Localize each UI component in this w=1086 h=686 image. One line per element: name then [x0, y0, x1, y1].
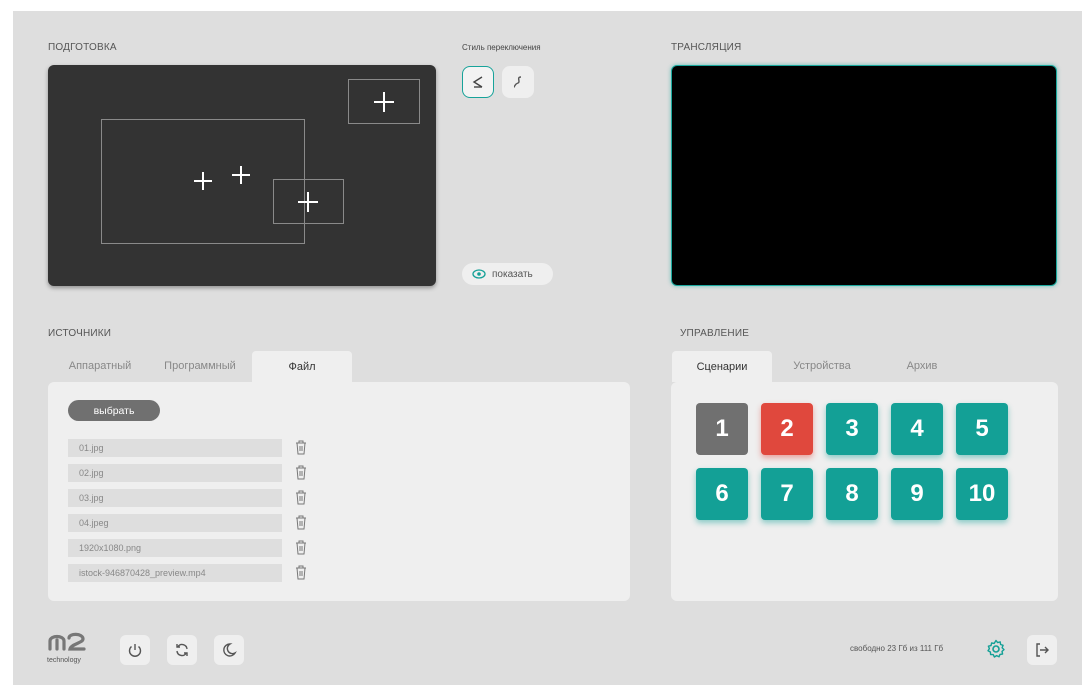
trash-icon[interactable]: [294, 514, 308, 530]
tab-hardware[interactable]: Аппаратный: [60, 350, 140, 381]
switch-style-cut-button[interactable]: [462, 66, 494, 98]
file-item[interactable]: 03.jpg: [68, 489, 282, 507]
preparation-preview[interactable]: [48, 65, 436, 286]
file-item[interactable]: 1920x1080.png: [68, 539, 282, 557]
scene-button-5[interactable]: 5: [956, 403, 1008, 455]
trash-icon[interactable]: [294, 564, 308, 580]
gear-icon: [987, 639, 1005, 658]
eye-icon: [472, 269, 486, 279]
tab-scenarios[interactable]: Сценарии: [672, 351, 772, 382]
tab-file[interactable]: Файл: [252, 351, 352, 382]
logout-icon: [1036, 643, 1049, 657]
scene-button-6[interactable]: 6: [696, 468, 748, 520]
scene-button-9[interactable]: 9: [891, 468, 943, 520]
choose-file-button[interactable]: выбрать: [68, 400, 160, 421]
broadcast-preview: [671, 65, 1057, 286]
preparation-title: ПОДГОТОВКА: [48, 42, 117, 53]
sources-title: ИСТОЧНИКИ: [48, 328, 112, 339]
power-icon: [128, 644, 142, 657]
refresh-button[interactable]: [167, 635, 197, 665]
file-item[interactable]: istock-946870428_preview.mp4: [68, 564, 282, 582]
tab-software[interactable]: Программный: [156, 350, 244, 381]
show-button[interactable]: показать: [462, 263, 553, 285]
settings-button[interactable]: [984, 637, 1008, 661]
moon-icon: [223, 643, 237, 657]
scene-button-2[interactable]: 2: [761, 403, 813, 455]
scene-button-7[interactable]: 7: [761, 468, 813, 520]
tab-devices[interactable]: Устройства: [780, 350, 864, 381]
tab-archive[interactable]: Архив: [890, 350, 954, 381]
trash-icon[interactable]: [294, 489, 308, 505]
scene-button-1[interactable]: 1: [696, 403, 748, 455]
trash-icon[interactable]: [294, 439, 308, 455]
switch-style-fade-button[interactable]: [502, 66, 534, 98]
move-handle-icon[interactable]: [298, 192, 318, 212]
switch-style-label: Стиль переключения: [462, 43, 541, 52]
move-handle-icon[interactable]: [374, 92, 394, 112]
logo-caption: technology: [47, 657, 81, 664]
file-item[interactable]: 02.jpg: [68, 464, 282, 482]
scene-button-3[interactable]: 3: [826, 403, 878, 455]
scene-button-4[interactable]: 4: [891, 403, 943, 455]
switch-smooth-icon: [513, 76, 522, 88]
m2-logo-icon: [48, 632, 86, 651]
refresh-icon: [176, 643, 188, 657]
show-button-label: показать: [492, 268, 533, 280]
trash-icon[interactable]: [294, 539, 308, 555]
logout-button[interactable]: [1027, 635, 1057, 665]
broadcast-title: ТРАНСЛЯЦИЯ: [671, 42, 742, 53]
switch-sharp-icon: [472, 76, 483, 88]
file-item[interactable]: 04.jpeg: [68, 514, 282, 532]
scene-button-8[interactable]: 8: [826, 468, 878, 520]
trash-icon[interactable]: [294, 464, 308, 480]
move-handle-icon[interactable]: [194, 172, 212, 190]
move-handle-icon[interactable]: [232, 166, 250, 184]
storage-status: свободно 23 Гб из 111 Гб: [850, 644, 944, 653]
power-button[interactable]: [120, 635, 150, 665]
control-title: УПРАВЛЕНИЕ: [680, 328, 750, 339]
company-logo: technology: [47, 631, 105, 667]
night-mode-button[interactable]: [214, 635, 244, 665]
scene-button-10[interactable]: 10: [956, 468, 1008, 520]
file-item[interactable]: 01.jpg: [68, 439, 282, 457]
